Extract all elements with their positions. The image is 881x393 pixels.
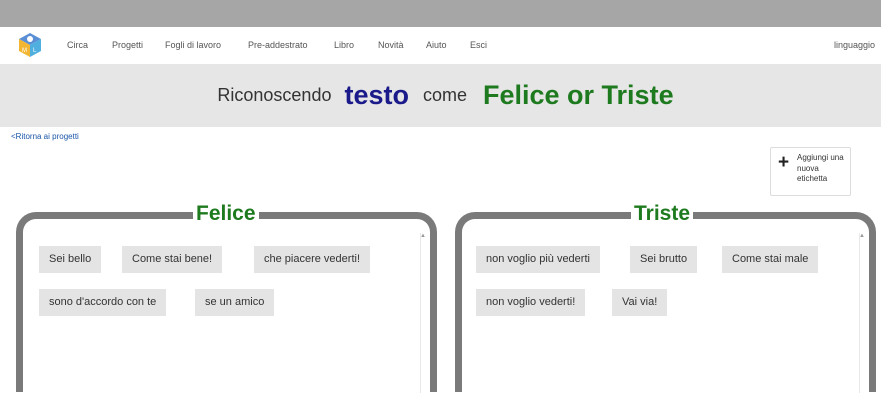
top-strip	[0, 0, 881, 27]
nav-item-libro[interactable]: Libro	[334, 40, 354, 50]
example-chip[interactable]: non voglio più vederti	[476, 246, 600, 273]
machine-learning-for-kids-logo[interactable]: M L	[17, 32, 43, 58]
example-chip[interactable]: Sei bello	[39, 246, 102, 273]
banner-prefix: Riconoscendo	[217, 85, 332, 105]
language-menu[interactable]: linguaggio	[834, 40, 875, 50]
label-bucket-triste: Triste ▲ non voglio più vederti Sei brut…	[455, 203, 876, 393]
project-banner: Riconoscendo testo come Felice or Triste	[0, 64, 881, 127]
back-to-projects-link[interactable]: <Ritorna ai progetti	[11, 132, 79, 141]
navbar: M L Circa Progetti Fogli di lavoro Pre-a…	[0, 27, 881, 64]
bucket-scrollbar[interactable]: ▲	[859, 233, 865, 393]
bucket-title: Triste	[631, 203, 694, 225]
plus-icon: +	[778, 152, 790, 173]
nav-item-fogli-di-lavoro[interactable]: Fogli di lavoro	[165, 40, 221, 50]
scroll-up-icon[interactable]: ▲	[420, 233, 426, 239]
add-label-text: Aggiungi una nuova etichetta	[797, 153, 844, 183]
nav-item-novita[interactable]: Novità	[378, 40, 404, 50]
example-chip[interactable]: Come stai bene!	[122, 246, 223, 273]
label-bucket-felice: Felice ▲ Sei bello Come stai bene! che p…	[16, 203, 437, 393]
nav-item-aiuto[interactable]: Aiuto	[426, 40, 447, 50]
nav-item-progetti[interactable]: Progetti	[112, 40, 143, 50]
banner-project-type: testo	[344, 80, 409, 110]
banner-labels: Felice or Triste	[483, 80, 674, 110]
example-chip[interactable]: sono d'accordo con te	[39, 289, 167, 316]
nav-item-esci[interactable]: Esci	[470, 40, 487, 50]
banner-middle: come	[422, 85, 467, 105]
bucket-title: Felice	[193, 203, 259, 225]
example-chip[interactable]: se un amico	[195, 289, 275, 316]
example-chip[interactable]: Vai via!	[612, 289, 668, 316]
example-chip[interactable]: non voglio vederti!	[476, 289, 586, 316]
bucket-scrollbar[interactable]: ▲	[420, 233, 426, 393]
svg-text:M: M	[22, 48, 27, 54]
nav-item-circa[interactable]: Circa	[67, 40, 88, 50]
example-chip[interactable]: Sei brutto	[630, 246, 698, 273]
example-chip[interactable]: Come stai male	[722, 246, 819, 273]
add-label-button[interactable]: + Aggiungi una nuova etichetta	[770, 147, 851, 196]
scroll-up-icon[interactable]: ▲	[859, 233, 865, 239]
example-chip[interactable]: che piacere vederti!	[254, 246, 370, 273]
nav-item-pre-addestrato[interactable]: Pre-addestrato	[248, 40, 308, 50]
